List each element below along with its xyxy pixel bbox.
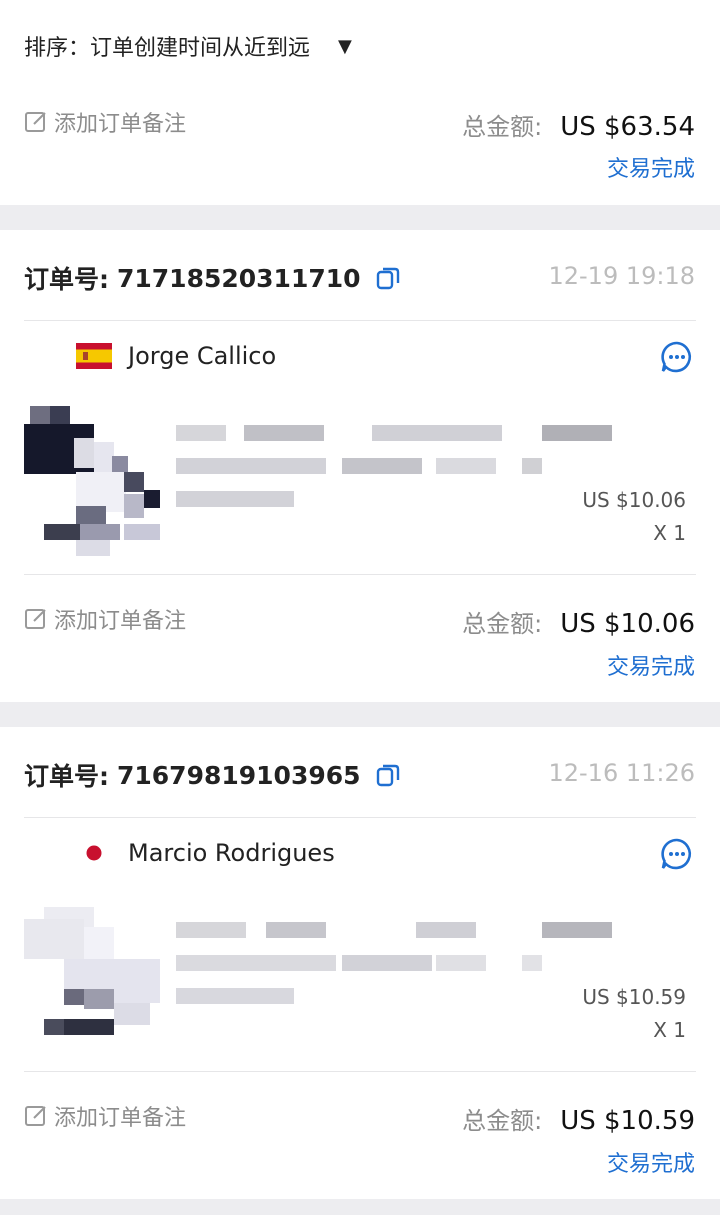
edit-note-icon	[25, 609, 46, 629]
order-card: 订单号: 71718520311710 12-19 19:18 Jorge Ca…	[0, 230, 720, 702]
item-price: US $10.06	[582, 488, 686, 512]
order-number-row: 订单号: 71679819103965	[24, 757, 401, 793]
add-note-label: 添加订单备注	[54, 609, 187, 634]
chat-icon[interactable]	[660, 340, 694, 374]
total-value: US $10.59	[560, 1106, 695, 1136]
order-number-row: 订单号: 71718520311710	[24, 260, 401, 296]
item-price: US $10.59	[582, 985, 686, 1009]
sort-selector[interactable]: 排序：订单创建时间从近到远 ▼	[24, 30, 352, 62]
blurred-text-icon	[176, 491, 294, 507]
product-spec	[176, 491, 296, 507]
item-quantity: X 1	[653, 521, 686, 545]
divider	[24, 817, 696, 818]
total-amount: 总金额: US $10.59	[462, 1101, 695, 1136]
order-number: 71718520311710	[117, 263, 361, 293]
order-time: 12-19 19:18	[548, 262, 695, 290]
order-status[interactable]: 交易完成	[607, 1146, 695, 1178]
blurred-text-icon	[176, 425, 612, 441]
product-title[interactable]	[176, 922, 626, 938]
total-amount: 总金额: US $10.06	[462, 604, 695, 639]
order-card: 订单号: 71679819103965 12-16 11:26 Marcio R…	[0, 727, 720, 1199]
copy-icon[interactable]	[375, 265, 401, 291]
divider	[24, 574, 696, 575]
add-note-label: 添加订单备注	[54, 1106, 187, 1131]
blurred-text-icon	[176, 988, 294, 1004]
spain-flag-icon	[76, 343, 112, 369]
order-label: 订单号:	[24, 762, 109, 791]
order-label: 订单号:	[24, 265, 109, 294]
order-status[interactable]: 交易完成	[607, 649, 695, 681]
product-spec	[176, 988, 296, 1004]
product-desc	[176, 458, 546, 474]
item-quantity: X 1	[653, 1018, 686, 1042]
blurred-text-icon	[176, 458, 542, 474]
add-note-button[interactable]: 添加订单备注	[24, 603, 186, 635]
divider	[24, 320, 696, 321]
product-title[interactable]	[176, 425, 626, 441]
chat-icon[interactable]	[660, 837, 694, 871]
edit-note-icon	[25, 112, 46, 132]
add-note-label: 添加订单备注	[54, 112, 187, 137]
order-number: 71679819103965	[117, 760, 361, 790]
seller-row[interactable]: Marcio Rodrigues	[76, 839, 335, 867]
blurred-text-icon	[176, 955, 542, 971]
divider	[24, 1071, 696, 1072]
red-dot-flag-icon	[76, 840, 112, 866]
sort-label: 排序：订单创建时间从近到远	[24, 36, 311, 61]
dropdown-arrow-icon: ▼	[338, 35, 352, 57]
total-value: US $10.06	[560, 609, 695, 639]
copy-icon[interactable]	[375, 762, 401, 788]
add-note-button[interactable]: 添加订单备注	[24, 1100, 186, 1132]
total-amount: 总金额: US $63.54	[462, 107, 695, 142]
add-note-button[interactable]: 添加订单备注	[24, 106, 186, 138]
order-time: 12-16 11:26	[548, 759, 695, 787]
product-image[interactable]	[24, 903, 164, 1053]
seller-name: Jorge Callico	[128, 342, 277, 370]
summary-card: 排序：订单创建时间从近到远 ▼ 添加订单备注 总金额: US $63.54 交易…	[0, 0, 720, 205]
total-value: US $63.54	[560, 112, 695, 142]
product-desc	[176, 955, 546, 971]
total-label: 总金额:	[462, 610, 543, 638]
seller-row[interactable]: Jorge Callico	[76, 342, 276, 370]
blurred-text-icon	[176, 922, 612, 938]
seller-name: Marcio Rodrigues	[128, 839, 335, 867]
total-label: 总金额:	[462, 1107, 543, 1135]
total-label: 总金额:	[462, 113, 543, 141]
product-image[interactable]	[24, 406, 164, 556]
order-status[interactable]: 交易完成	[607, 151, 695, 183]
edit-note-icon	[25, 1106, 46, 1126]
